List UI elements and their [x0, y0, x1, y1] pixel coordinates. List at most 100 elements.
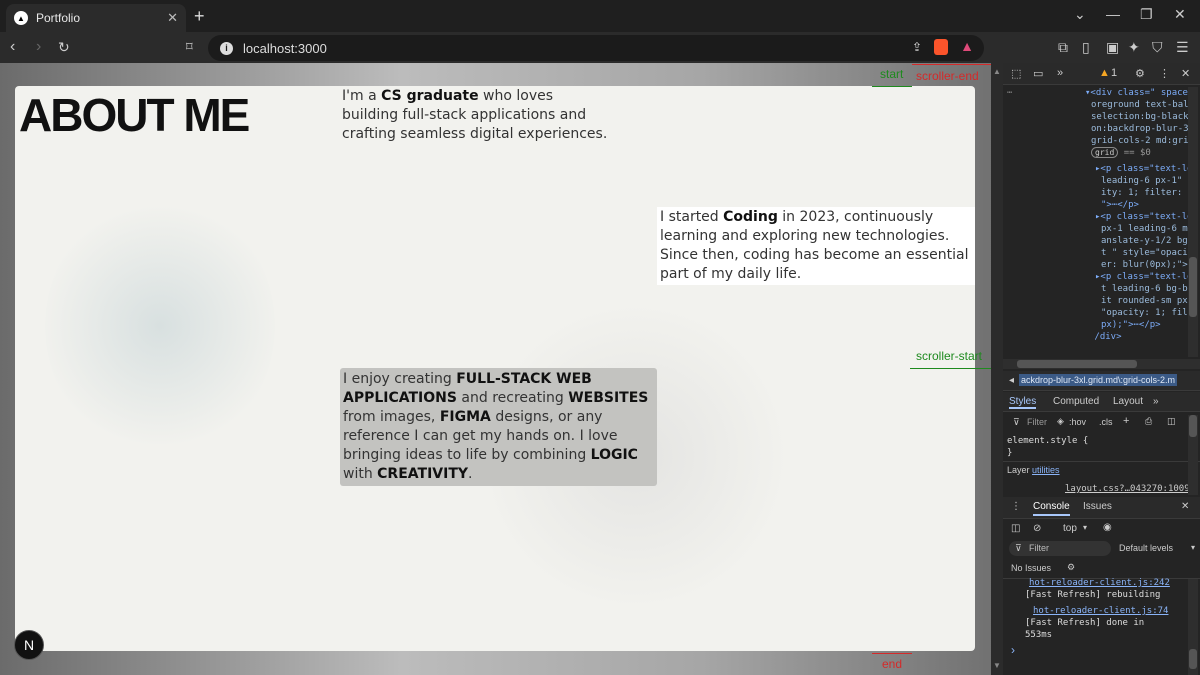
tab-title: Portfolio [36, 11, 81, 25]
site-info-icon[interactable]: i [220, 41, 233, 55]
elements-hscrollbar[interactable] [1003, 359, 1200, 369]
console-filter-input[interactable]: ⊽ Filter [1009, 541, 1111, 556]
settings-icon[interactable]: ⚙ [1135, 67, 1145, 80]
new-rule-icon[interactable]: + [1123, 415, 1129, 427]
styles-scrollbar[interactable] [1188, 415, 1198, 495]
back-icon[interactable]: ‹ [10, 38, 15, 56]
scroll-up-icon[interactable]: ▲ [993, 67, 1001, 76]
dom-node-selected[interactable]: ▾<div class=" space- oreground text-bala… [1085, 87, 1193, 159]
close-window-icon[interactable]: ✕ [1174, 6, 1186, 23]
vpn-icon[interactable]: ⛉ [1152, 39, 1163, 56]
styles-filter-input[interactable]: Filter [1027, 417, 1047, 427]
code-line: } [1007, 448, 1013, 458]
clear-console-icon[interactable]: ⊘ [1033, 523, 1041, 534]
tab-portfolio[interactable]: ▲ Portfolio ✕ [6, 4, 186, 32]
new-tab-button[interactable]: + [194, 6, 205, 27]
console-settings-icon[interactable]: ⚙ [1067, 562, 1075, 573]
scroll-down-icon[interactable]: ▼ [993, 661, 1001, 670]
log-source-link[interactable]: hot-reloader-client.js:74 [1025, 605, 1191, 617]
restore-icon[interactable]: ❐ [1140, 6, 1153, 23]
tab-computed[interactable]: Computed [1053, 396, 1099, 407]
scroll-thumb[interactable] [1189, 649, 1197, 669]
warning-icon[interactable]: ▲ [1099, 67, 1110, 79]
inspect-icon[interactable]: ⬚ [1011, 67, 1021, 80]
code-line: t leading-6 bg-bl [1101, 284, 1193, 294]
hscroll-thumb[interactable] [1017, 360, 1137, 368]
highlight: FIGMA [439, 409, 491, 425]
console-scrollbar[interactable] [1188, 579, 1198, 675]
nextjs-dev-badge[interactable]: N [14, 630, 44, 660]
breadcrumb-bar: ◂ ackdrop-blur-3xl.grid.md\:grid-cols-2.… [1003, 371, 1200, 391]
kebab-icon[interactable]: ⋮ [1159, 67, 1170, 80]
marker-end: end [882, 657, 903, 671]
bookmark-icon[interactable]: ⌑ [186, 39, 193, 55]
tab-close-icon[interactable]: ✕ [167, 10, 178, 26]
log-message: [Fast Refresh] rebuilding [1025, 590, 1161, 600]
tab-console[interactable]: Console [1033, 501, 1070, 516]
tab-layout[interactable]: Layout [1113, 396, 1143, 407]
style-rule: element.style { } [1007, 435, 1187, 459]
css-source-link[interactable]: layout.css?…043270:1009 [1065, 484, 1190, 494]
elements-scrollbar[interactable] [1188, 87, 1198, 357]
forward-icon[interactable]: › [36, 38, 41, 56]
sidebar-toggle-icon[interactable]: ◫ [1167, 416, 1176, 427]
warning-count: 1 [1111, 67, 1118, 79]
code-line: it rounded-sm px- [1101, 296, 1193, 306]
close-devtools-icon[interactable]: ✕ [1181, 67, 1190, 80]
log-source-link[interactable]: hot-reloader-client.js:242 [1025, 577, 1191, 589]
breadcrumb[interactable]: ackdrop-blur-3xl.grid.md\:grid-cols-2.m [1019, 374, 1178, 386]
leo-ai-icon[interactable]: ✦ [1128, 39, 1140, 56]
menu-icon[interactable]: ☰ [1176, 39, 1189, 56]
coding-paragraph: I started Coding in 2023, continuously l… [657, 207, 975, 285]
highlight: CS graduate [381, 88, 479, 104]
more-tabs-icon[interactable]: » [1153, 396, 1159, 407]
brave-shield-icon[interactable] [934, 39, 948, 55]
marker-end-line [872, 653, 912, 654]
device-toggle-icon[interactable]: ▭ [1033, 67, 1043, 80]
skills-paragraph: I enjoy creating FULL-STACK WEB APPLICAT… [340, 368, 657, 486]
sidebar-icon[interactable]: ▯ [1082, 39, 1090, 56]
hov-toggle[interactable]: :hov [1069, 417, 1086, 427]
scroll-thumb[interactable] [1189, 415, 1197, 437]
code-line: "opacity: 1; filt [1101, 308, 1193, 318]
paint-icon[interactable]: ⎙ [1145, 416, 1152, 427]
close-drawer-icon[interactable]: ✕ [1181, 501, 1189, 512]
layer-label: Layer [1007, 465, 1030, 475]
drawer-menu-icon[interactable]: ⋮ [1011, 501, 1021, 512]
tab-search-icon[interactable]: ⌄ [1074, 6, 1086, 23]
dom-children[interactable]: ▸<p class="text-lg leading-6 px-1" s ity… [1095, 163, 1193, 343]
reload-icon[interactable]: ↻ [58, 39, 70, 56]
cls-toggle[interactable]: .cls [1099, 417, 1113, 427]
page-scrollbar[interactable]: ▲ ▼ [991, 63, 1003, 675]
tab-styles[interactable]: Styles [1009, 396, 1037, 409]
code-line: </div> [1095, 332, 1122, 342]
code-line: ▸<p class="text-lg [1095, 272, 1193, 282]
code-line: ity: 1; filter: b [1101, 188, 1193, 198]
layer-link[interactable]: utilities [1032, 465, 1060, 475]
styles-toolbar: ⊽ Filter ◈ :hov .cls + ⎙ ◫ [1003, 413, 1200, 433]
breadcrumb-scroll-icon[interactable]: ◂ [1009, 375, 1014, 386]
console-prompt[interactable]: › [1011, 643, 1015, 657]
log-levels-select[interactable]: Default levels [1119, 543, 1173, 553]
grid-badge[interactable]: grid [1091, 147, 1119, 158]
dollar-zero: == $0 [1123, 148, 1151, 158]
filter-icon: ⊽ [1015, 543, 1022, 553]
share-icon[interactable]: ⇪ [912, 40, 922, 54]
console-sidebar-icon[interactable]: ◫ [1011, 523, 1020, 534]
tab-issues[interactable]: Issues [1083, 501, 1112, 512]
live-expression-icon[interactable]: ◉ [1103, 522, 1112, 533]
extensions-icon[interactable]: ⧉ [1058, 39, 1068, 56]
wallet-icon[interactable]: ▣ [1106, 39, 1119, 56]
filter-icon: ⊽ [1013, 417, 1020, 427]
address-bar[interactable]: i localhost:3000 ⇪ ▲ [208, 35, 984, 61]
element-state-icon[interactable]: ◈ [1057, 416, 1064, 427]
more-panels-icon[interactable]: » [1057, 67, 1063, 79]
code-line: ▾<div class=" space- [1085, 88, 1193, 98]
minimize-icon[interactable]: — [1106, 6, 1120, 22]
code-line: anslate-y-1/2 bg- [1101, 236, 1193, 246]
text: I'm a [342, 88, 382, 104]
scroll-thumb[interactable] [1189, 257, 1197, 317]
code-line: er: blur(0px);"> [1101, 260, 1188, 270]
context-select[interactable]: top [1063, 523, 1077, 534]
brave-rewards-icon[interactable]: ▲ [960, 38, 974, 54]
